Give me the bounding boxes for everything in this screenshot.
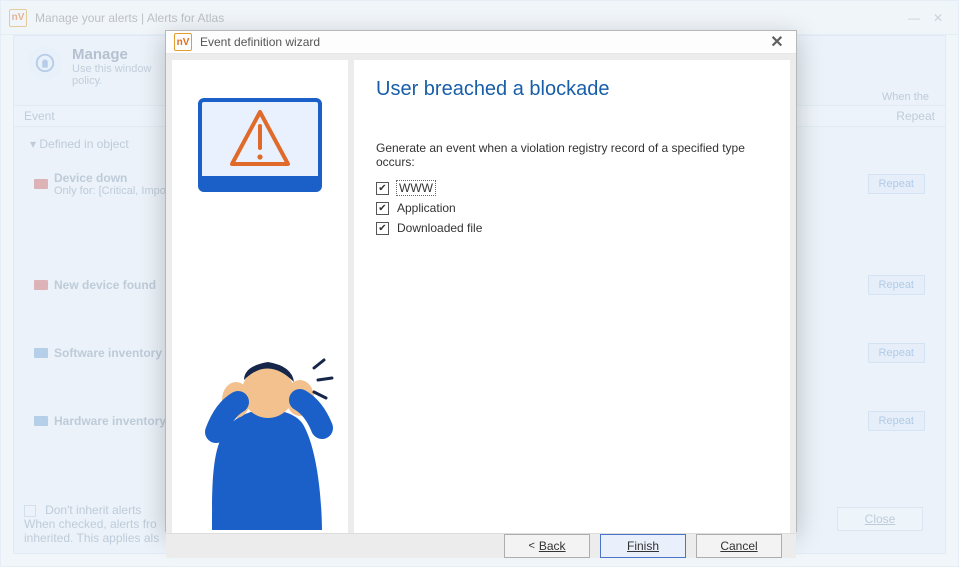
wizard-heading: User breached a blockade: [376, 78, 768, 101]
option-label: Downloaded file: [397, 221, 482, 235]
option-www[interactable]: ✔ WWW: [376, 181, 768, 195]
app-logo-icon: nV: [174, 33, 192, 51]
option-label: Application: [397, 201, 456, 215]
cancel-button[interactable]: Cancel: [696, 534, 782, 558]
wizard-titlebar: nV Event definition wizard ✕: [166, 31, 796, 54]
event-definition-wizard: nV Event definition wizard ✕: [165, 30, 797, 532]
checkbox-icon[interactable]: ✔: [376, 222, 389, 235]
option-label: WWW: [397, 181, 435, 195]
back-button[interactable]: < Back: [504, 534, 590, 558]
option-downloaded-file[interactable]: ✔ Downloaded file: [376, 221, 768, 235]
finish-button[interactable]: Finish: [600, 534, 686, 558]
wizard-illustration: [172, 60, 348, 533]
option-application[interactable]: ✔ Application: [376, 201, 768, 215]
wizard-content: User breached a blockade Generate an eve…: [354, 60, 790, 533]
checkbox-icon[interactable]: ✔: [376, 202, 389, 215]
wizard-title: Event definition wizard: [200, 35, 320, 49]
close-icon[interactable]: ✕: [766, 31, 788, 53]
wizard-footer: < Back Finish Cancel: [166, 533, 796, 558]
wizard-description: Generate an event when a violation regis…: [376, 141, 768, 169]
checkbox-icon[interactable]: ✔: [376, 182, 389, 195]
